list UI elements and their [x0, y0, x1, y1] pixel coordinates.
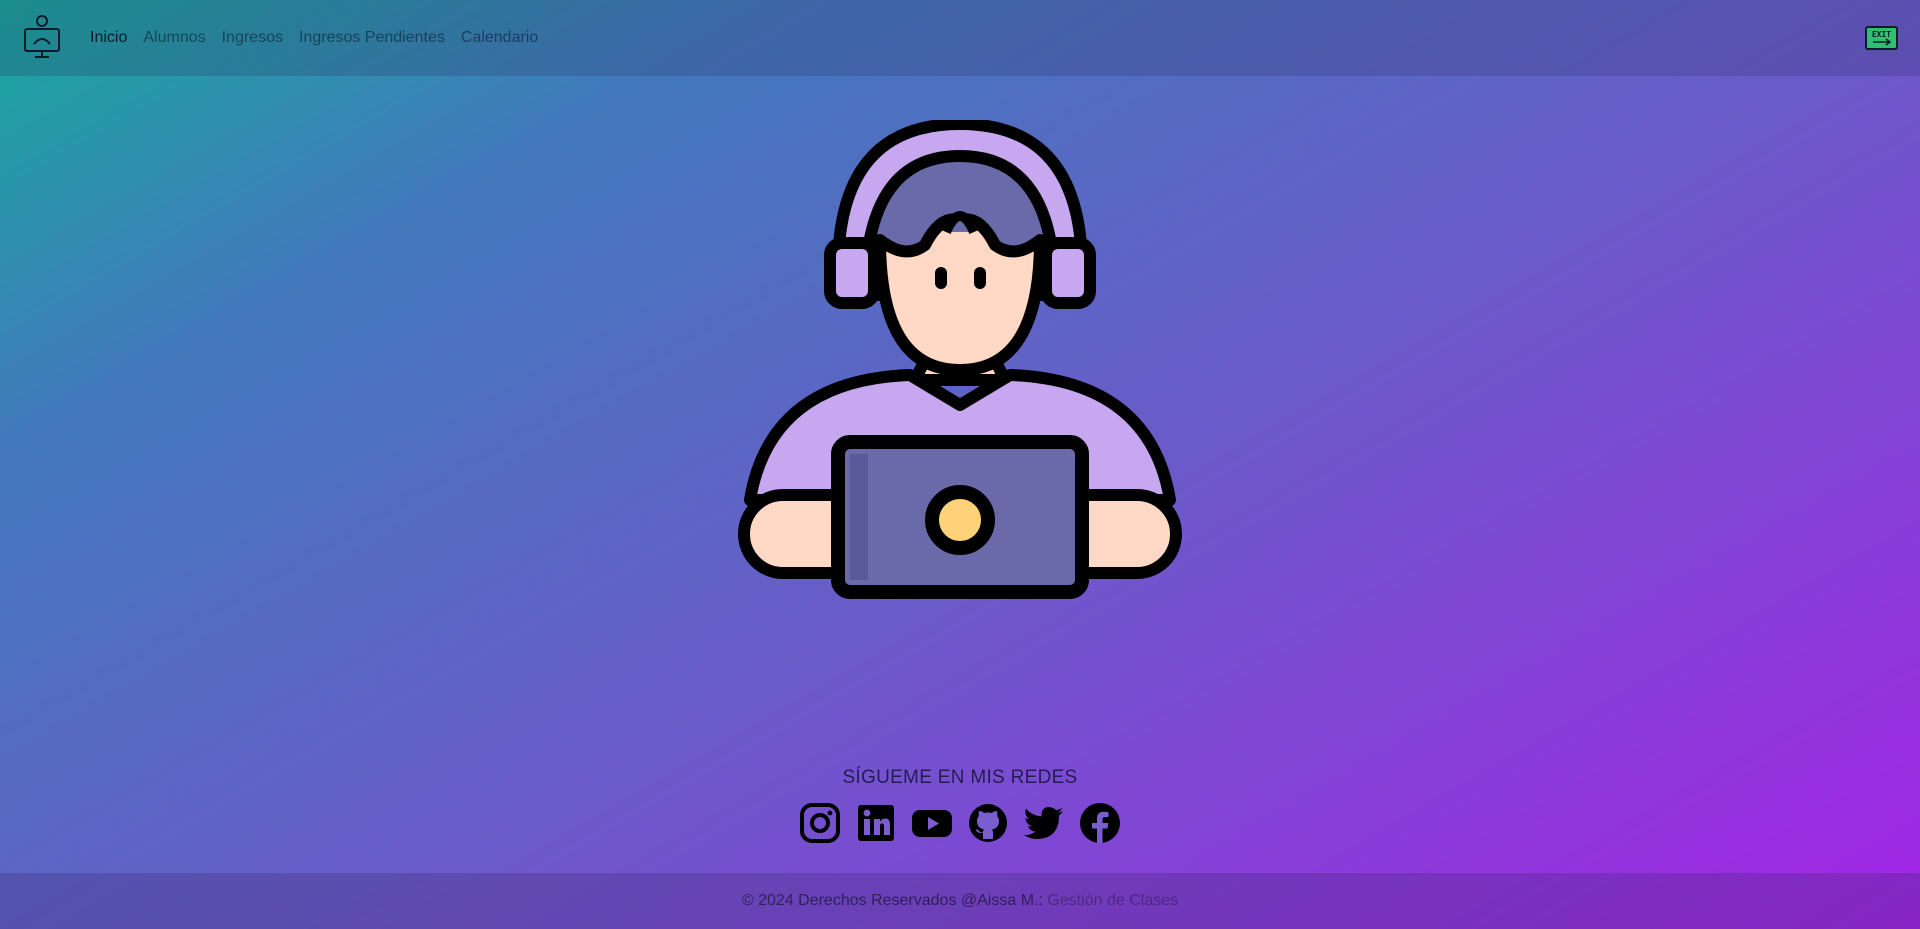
instagram-icon[interactable] — [799, 802, 841, 844]
page-footer: © 2024 Derechos Reservados @Aissa M.: Ge… — [0, 873, 1920, 929]
exit-label: EXIT — [1872, 30, 1891, 39]
linkedin-icon[interactable] — [855, 802, 897, 844]
top-navbar: Inicio Alumnos Ingresos Ingresos Pendien… — [0, 0, 1920, 76]
nav-link-calendario[interactable]: Calendario — [461, 29, 538, 47]
social-links — [0, 802, 1920, 848]
twitter-icon[interactable] — [1023, 802, 1065, 844]
teacher-computer-icon[interactable] — [22, 14, 62, 60]
nav-link-ingresos-pendientes[interactable]: Ingresos Pendientes — [299, 29, 445, 47]
social-title: SÍGUEME EN MIS REDES — [842, 767, 1078, 788]
footer-link-gestion-clases[interactable]: Gestión de Clases — [1047, 892, 1178, 909]
nav-link-inicio[interactable]: Inicio — [90, 29, 127, 47]
nav-links: Inicio Alumnos Ingresos Ingresos Pendien… — [90, 0, 554, 76]
github-icon[interactable] — [967, 802, 1009, 844]
exit-button[interactable]: EXIT — [1865, 26, 1898, 50]
footer-copyright: © 2024 Derechos Reservados @Aissa M.: — [741, 892, 1048, 909]
facebook-icon[interactable] — [1079, 802, 1121, 844]
nav-link-ingresos[interactable]: Ingresos — [222, 29, 283, 47]
youtube-icon[interactable] — [911, 802, 953, 844]
exit-sign-icon: EXIT — [1865, 26, 1898, 50]
hero-illustration — [730, 117, 1190, 610]
nav-link-alumnos[interactable]: Alumnos — [143, 29, 205, 47]
